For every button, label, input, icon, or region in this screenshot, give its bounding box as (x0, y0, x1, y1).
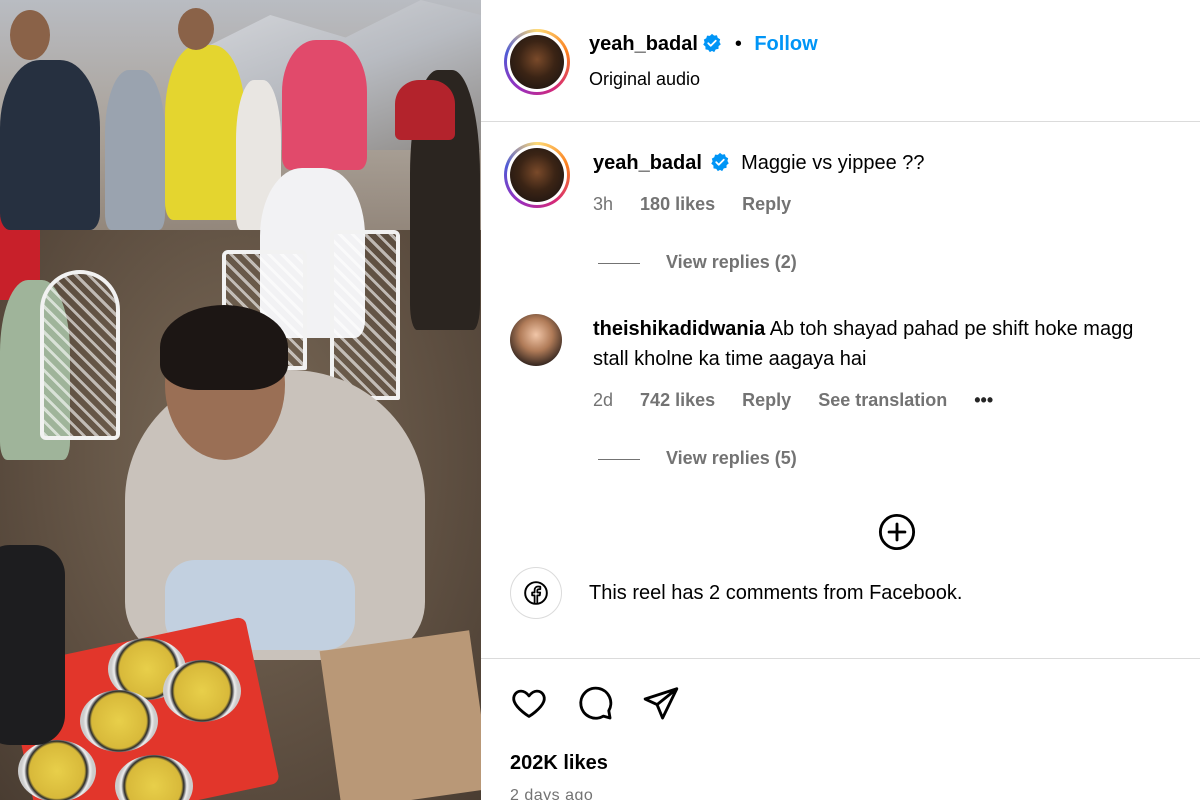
send-icon (643, 687, 679, 720)
person-red-cloth (395, 80, 455, 140)
follow-button[interactable]: Follow (754, 33, 817, 55)
comment-body-line-1: Ab toh shayad pahad pe shift hoke magg (769, 318, 1134, 340)
person-yellow-jacket (165, 45, 245, 220)
header-separator: • (734, 33, 742, 55)
comment-likes[interactable]: 742 likes (640, 390, 715, 410)
person-head (178, 8, 214, 50)
comment-meta: 3h 180 likes Reply (593, 194, 813, 215)
actions-divider (481, 658, 1200, 659)
comment-username[interactable]: yeah_badal (593, 152, 702, 174)
verified-badge-icon (710, 152, 729, 172)
comment-time[interactable]: 3h (593, 194, 613, 214)
comment-button[interactable] (575, 683, 615, 723)
heart-icon (512, 689, 546, 718)
post-likes-count[interactable]: 202K likes (510, 752, 608, 775)
view-replies-label: View replies (2) (666, 252, 797, 272)
comment: yeah_badal Maggie vs yippee ?? (593, 152, 925, 175)
post-header: yeah_badal • Follow (589, 33, 818, 56)
comment-avatar[interactable] (504, 142, 570, 208)
person-head (10, 10, 50, 60)
header-divider (481, 121, 1200, 122)
comment-body-line-2: stall kholne ka time aagaya hai (593, 348, 867, 370)
white-chair (330, 230, 400, 400)
person-dark-sweater (0, 60, 100, 230)
comment-icon (579, 686, 613, 720)
see-translation-button[interactable]: See translation (818, 390, 947, 410)
comment: theishikadidwania Ab toh shayad pahad pe… (593, 318, 1133, 341)
reply-button[interactable]: Reply (742, 194, 791, 214)
share-button[interactable] (641, 683, 681, 723)
view-replies-button[interactable]: View replies (5) (598, 448, 797, 469)
white-table (40, 270, 120, 440)
like-button[interactable] (509, 683, 549, 723)
person-hair (160, 305, 288, 390)
replies-line (598, 262, 640, 264)
post-panel: yeah_badal • Follow Original audio yeah_… (481, 0, 1200, 800)
verified-badge-icon (703, 33, 722, 53)
author-avatar[interactable] (504, 29, 570, 95)
noodle-plate (80, 690, 158, 752)
comment-likes[interactable]: 180 likes (640, 194, 715, 214)
person-grey-jacket (105, 70, 165, 230)
more-options-icon[interactable]: ••• (974, 390, 993, 410)
cardboard-box (319, 630, 481, 800)
view-replies-button[interactable]: View replies (2) (598, 252, 797, 273)
load-more-comments-button[interactable] (877, 512, 917, 552)
post-timestamp[interactable]: 2 days ago (510, 787, 593, 800)
person-pink-hoodie (282, 40, 367, 170)
facebook-comments-badge (510, 567, 562, 619)
plus-circle-icon (878, 513, 916, 551)
noodle-plate (163, 660, 241, 722)
author-username[interactable]: yeah_badal (589, 33, 698, 55)
comment-avatar[interactable] (510, 314, 562, 366)
person-left-edge (0, 545, 65, 745)
facebook-icon (524, 581, 548, 605)
noodle-plate (18, 740, 96, 800)
view-replies-label: View replies (5) (666, 448, 797, 468)
reply-button[interactable]: Reply (742, 390, 791, 410)
comment-username[interactable]: theishikadidwania (593, 318, 765, 340)
replies-line (598, 458, 640, 460)
facebook-comments-notice[interactable]: This reel has 2 comments from Facebook. (589, 582, 962, 605)
comment-time[interactable]: 2d (593, 390, 613, 410)
reel-video[interactable] (0, 0, 481, 800)
original-audio-link[interactable]: Original audio (589, 69, 700, 90)
comment-body: Maggie vs yippee ?? (741, 152, 925, 174)
comment-meta: 2d 742 likes Reply See translation ••• (593, 390, 1015, 411)
